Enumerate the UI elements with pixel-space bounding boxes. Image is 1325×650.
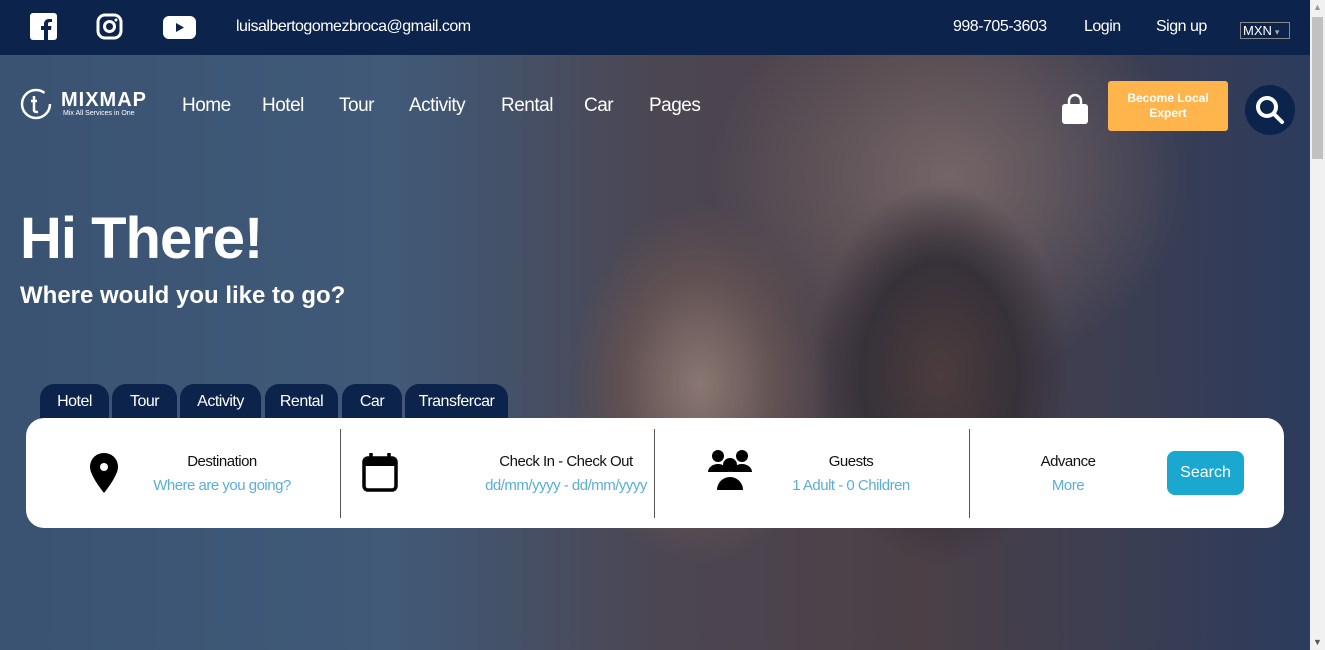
top-bar: luisalbertogomezbroca@gmail.com 998-705-… [0, 0, 1310, 55]
destination-label: Destination [187, 453, 257, 470]
tab-tour[interactable]: Tour [112, 384, 177, 420]
advance-more-link[interactable]: More [1018, 477, 1118, 494]
dates-input[interactable]: dd/mm/yyyy - dd/mm/yyyy [426, 477, 706, 494]
hero-subtitle: Where would you like to go? [20, 282, 346, 309]
logo-name: MIXMAP [61, 89, 147, 111]
instagram-icon[interactable] [96, 13, 123, 40]
signup-link[interactable]: Sign up [1156, 18, 1207, 36]
youtube-icon[interactable] [163, 16, 196, 39]
currency-value: MXN [1243, 23, 1272, 38]
hero: MIXMAP Mix All Services in One Home Hote… [0, 55, 1310, 650]
search-toggle-button[interactable] [1245, 85, 1295, 135]
tab-rental[interactable]: Rental [265, 384, 338, 420]
become-expert-label: Become Local Expert [1127, 91, 1209, 120]
nav-pages[interactable]: Pages [649, 95, 701, 117]
logo-icon [20, 88, 52, 120]
divider [969, 429, 970, 518]
search-icon [1256, 96, 1284, 124]
advance-label: Advance [1040, 453, 1096, 470]
email-link[interactable]: luisalbertogomezbroca@gmail.com [236, 18, 471, 36]
scrollbar-thumb[interactable] [1312, 17, 1323, 159]
divider [340, 429, 341, 518]
scroll-down-icon[interactable]: ▼ [1310, 635, 1325, 650]
tab-activity[interactable]: Activity [180, 384, 261, 420]
shopping-bag-icon[interactable] [1061, 93, 1089, 125]
nav-hotel[interactable]: Hotel [262, 95, 304, 117]
search-panel: Destination Where are you going? Check I… [26, 418, 1284, 528]
nav-activity[interactable]: Activity [409, 95, 466, 117]
destination-input[interactable]: Where are you going? [146, 477, 298, 494]
login-link[interactable]: Login [1084, 18, 1121, 36]
chevron-down-icon: ▾ [1274, 27, 1280, 37]
search-button[interactable]: Search [1167, 451, 1244, 495]
tab-hotel[interactable]: Hotel [40, 384, 109, 420]
calendar-icon [362, 453, 398, 492]
currency-select[interactable]: MXN ▾ [1240, 22, 1290, 39]
hero-title: Hi There! [20, 206, 263, 271]
guests-label: Guests [828, 453, 874, 470]
nav-car[interactable]: Car [584, 95, 614, 117]
scrollbar[interactable]: ▲ ▼ [1310, 0, 1325, 650]
divider [654, 429, 655, 518]
map-pin-icon [90, 453, 118, 493]
tab-transfercar[interactable]: Transfercar [405, 384, 508, 420]
tab-car[interactable]: Car [342, 384, 402, 420]
nav-home[interactable]: Home [182, 95, 231, 117]
scroll-up-icon[interactable]: ▲ [1310, 0, 1325, 15]
users-icon [708, 450, 752, 490]
become-local-expert-button[interactable]: Become Local Expert [1108, 81, 1228, 131]
facebook-icon[interactable] [30, 13, 57, 40]
guests-input[interactable]: 1 Adult - 0 Children [771, 477, 931, 494]
nav-rental[interactable]: Rental [501, 95, 553, 117]
phone-number[interactable]: 998-705-3603 [953, 18, 1047, 36]
dates-label: Check In - Check Out [499, 453, 633, 470]
logo-tagline: Mix All Services in One [63, 110, 135, 117]
nav-tour[interactable]: Tour [339, 95, 374, 117]
